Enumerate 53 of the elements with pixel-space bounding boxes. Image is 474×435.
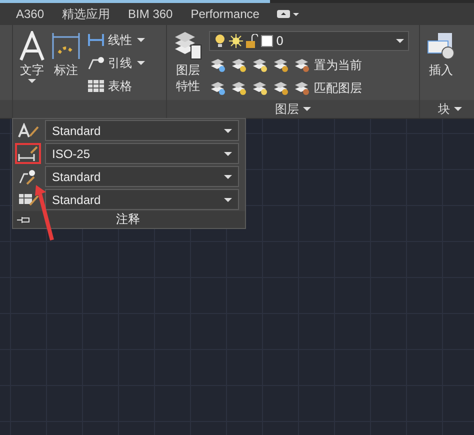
caret-icon[interactable] [224,198,232,202]
panel-title: 注释 [115,211,141,228]
layer-tool-icon[interactable] [293,80,311,96]
tool-label[interactable]: 引线 [108,56,145,70]
tool-label[interactable]: 表格 [108,79,132,93]
ribbon-tab[interactable]: Performance [190,7,260,21]
ribbon-tab[interactable]: BIM 360 [128,7,173,21]
bulb-icon [214,34,226,48]
panel-title[interactable]: 图层 [275,100,299,118]
style-dropdown[interactable]: Standard [45,166,239,187]
layer-tool-icon[interactable] [230,80,248,96]
layer-tool-icon[interactable] [272,80,290,96]
layer-dropdown[interactable]: 0 [209,31,409,51]
panel-toggle-icon[interactable] [277,9,300,19]
insert-block-icon [426,31,456,61]
table-icon[interactable] [87,79,105,93]
dimension-icon [51,31,81,61]
table-style-icon[interactable] [17,192,39,208]
style-dropdown[interactable]: Standard [45,189,239,210]
ribbon-tab[interactable]: A360 [16,7,44,21]
tool-label[interactable]: 线性 [108,33,145,47]
layer-tool-icon[interactable] [209,57,227,73]
caret-icon[interactable] [303,107,311,111]
text-icon [19,31,45,61]
layer-stack-icon [173,31,203,61]
linear-dimension-icon[interactable] [87,33,105,47]
layer-tool-icon[interactable] [251,80,269,96]
ribbon-tab[interactable]: 精选应用 [62,6,110,22]
unlock-icon [246,34,258,48]
caret-icon[interactable] [396,39,404,43]
caret-icon[interactable] [28,79,36,83]
layer-tool-icon[interactable] [293,57,311,73]
sun-icon [229,34,243,48]
insert-button[interactable]: 插入 [426,29,456,100]
color-swatch-icon [261,35,273,47]
style-dropdown[interactable]: Standard [45,120,239,141]
text-style-icon[interactable] [17,122,39,138]
layer-action[interactable]: 匹配图层 [314,81,362,95]
pin-icon[interactable] [17,216,31,224]
layer-action[interactable]: 置为当前 [314,58,362,72]
caret-icon[interactable] [224,174,232,178]
caret-icon[interactable] [224,152,232,156]
layer-properties-button[interactable]: 图层 特性 [173,29,203,100]
layer-tool-icon[interactable] [209,80,227,96]
layer-tool-icon[interactable] [230,57,248,73]
layer-tool-icon[interactable] [272,57,290,73]
leader-icon[interactable] [87,56,105,70]
dimension-button[interactable]: 标注 [51,29,81,100]
layer-tool-icon[interactable] [251,57,269,73]
caret-icon[interactable] [454,107,462,111]
text-button[interactable]: 文字 [19,29,45,100]
style-dropdown[interactable]: ISO-25 [45,143,239,164]
caret-icon[interactable] [224,128,232,132]
